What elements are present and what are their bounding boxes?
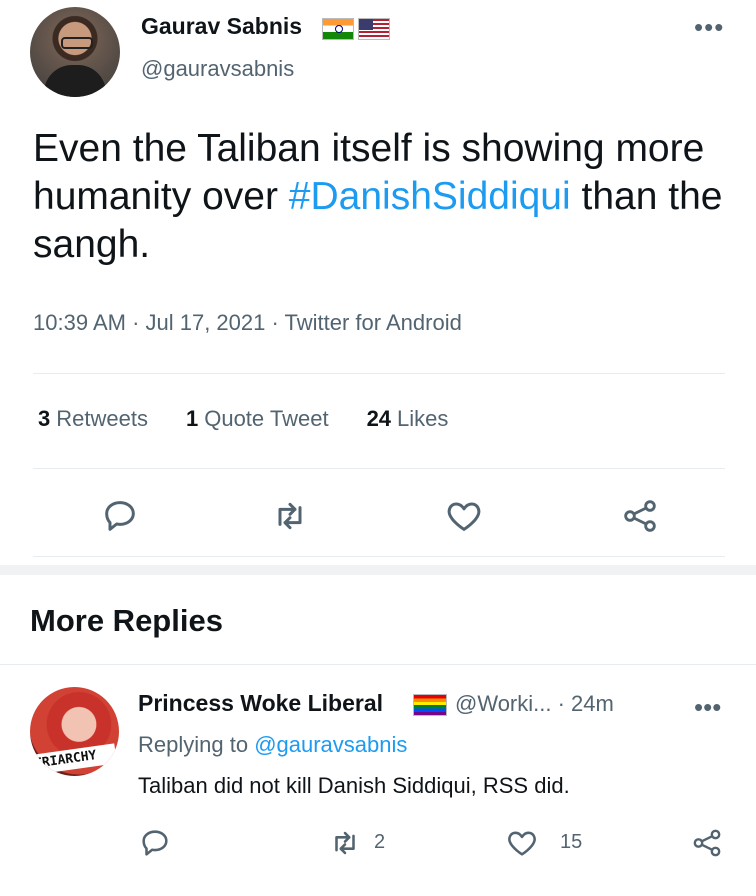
avatar-badge-text: TRIARCHY <box>33 748 98 772</box>
reply-button[interactable] <box>100 496 140 536</box>
section-separator <box>0 565 756 575</box>
avatar-glasses <box>61 37 93 49</box>
hashtag-link[interactable]: #DanishSiddiqui <box>289 175 571 218</box>
share-button[interactable] <box>620 496 660 536</box>
reply-author-avatar[interactable]: TRIARCHY <box>30 687 119 776</box>
reply-author-handle-time[interactable]: @Worki... · 24m <box>455 691 614 717</box>
author-flags <box>322 18 390 40</box>
quotes-stat[interactable]: 1 Quote Tweet <box>186 406 329 432</box>
retweet-icon <box>335 831 355 855</box>
replying-prefix: Replying to <box>138 732 255 757</box>
reply-retweet-count: 2 <box>374 831 386 853</box>
heart-icon <box>447 502 481 531</box>
divider <box>33 556 725 557</box>
rainbow-flag-icon <box>413 694 447 716</box>
more-options-icon[interactable]: ••• <box>694 12 724 43</box>
share-icon <box>624 500 656 532</box>
like-button[interactable] <box>444 496 484 536</box>
retweet-icon <box>278 502 302 530</box>
heart-icon <box>508 831 536 856</box>
author-avatar[interactable] <box>30 7 120 97</box>
reply-like-count: 15 <box>560 831 583 853</box>
retweets-label: Retweets <box>56 406 148 431</box>
reply-text: Taliban did not kill Danish Siddiqui, RS… <box>138 773 570 798</box>
share-icon <box>693 829 721 857</box>
divider <box>33 373 725 374</box>
likes-stat[interactable]: 24 Likes <box>367 406 449 432</box>
more-replies-heading: More Replies <box>30 603 223 638</box>
divider <box>33 468 725 469</box>
quotes-count: 1 <box>185 406 199 431</box>
reply-author-name[interactable]: Princess Woke Liberal <box>138 690 383 717</box>
avatar-badge: TRIARCHY <box>33 743 117 775</box>
author-handle[interactable]: @gauravsabnis <box>141 56 294 82</box>
divider <box>0 664 756 665</box>
replying-handle-link[interactable]: @gauravsabnis <box>254 732 407 757</box>
tweet-metadata: 10:39 AM · Jul 17, 2021 · Twitter for An… <box>33 310 462 335</box>
reply-icon <box>142 830 168 856</box>
retweets-count: 3 <box>38 406 51 431</box>
reply-icon <box>105 501 135 531</box>
retweet-button[interactable] <box>270 496 310 536</box>
reply-reply-button[interactable] <box>138 826 172 860</box>
india-flag-icon <box>322 18 354 40</box>
replying-to: Replying to @gauravsabnis <box>138 732 407 758</box>
tweet-stats: 3 Retweets 1 Quote Tweet 24 Likes <box>38 406 448 432</box>
quotes-label: Quote Tweet <box>204 406 329 431</box>
avatar-shirt <box>44 65 106 97</box>
author-name[interactable]: Gaurav Sabnis <box>141 13 302 40</box>
us-flag-icon <box>358 18 390 40</box>
likes-label: Likes <box>397 406 449 431</box>
reply-more-options-icon[interactable]: ••• <box>694 692 721 723</box>
reply-like-button[interactable] <box>505 826 539 860</box>
reply-share-button[interactable] <box>690 826 724 860</box>
reply-retweet-button[interactable] <box>328 826 362 860</box>
retweets-stat[interactable]: 3 Retweets <box>38 406 148 432</box>
likes-count: 24 <box>366 406 392 431</box>
tweet-text: Even the Taliban itself is showing more … <box>33 125 733 269</box>
